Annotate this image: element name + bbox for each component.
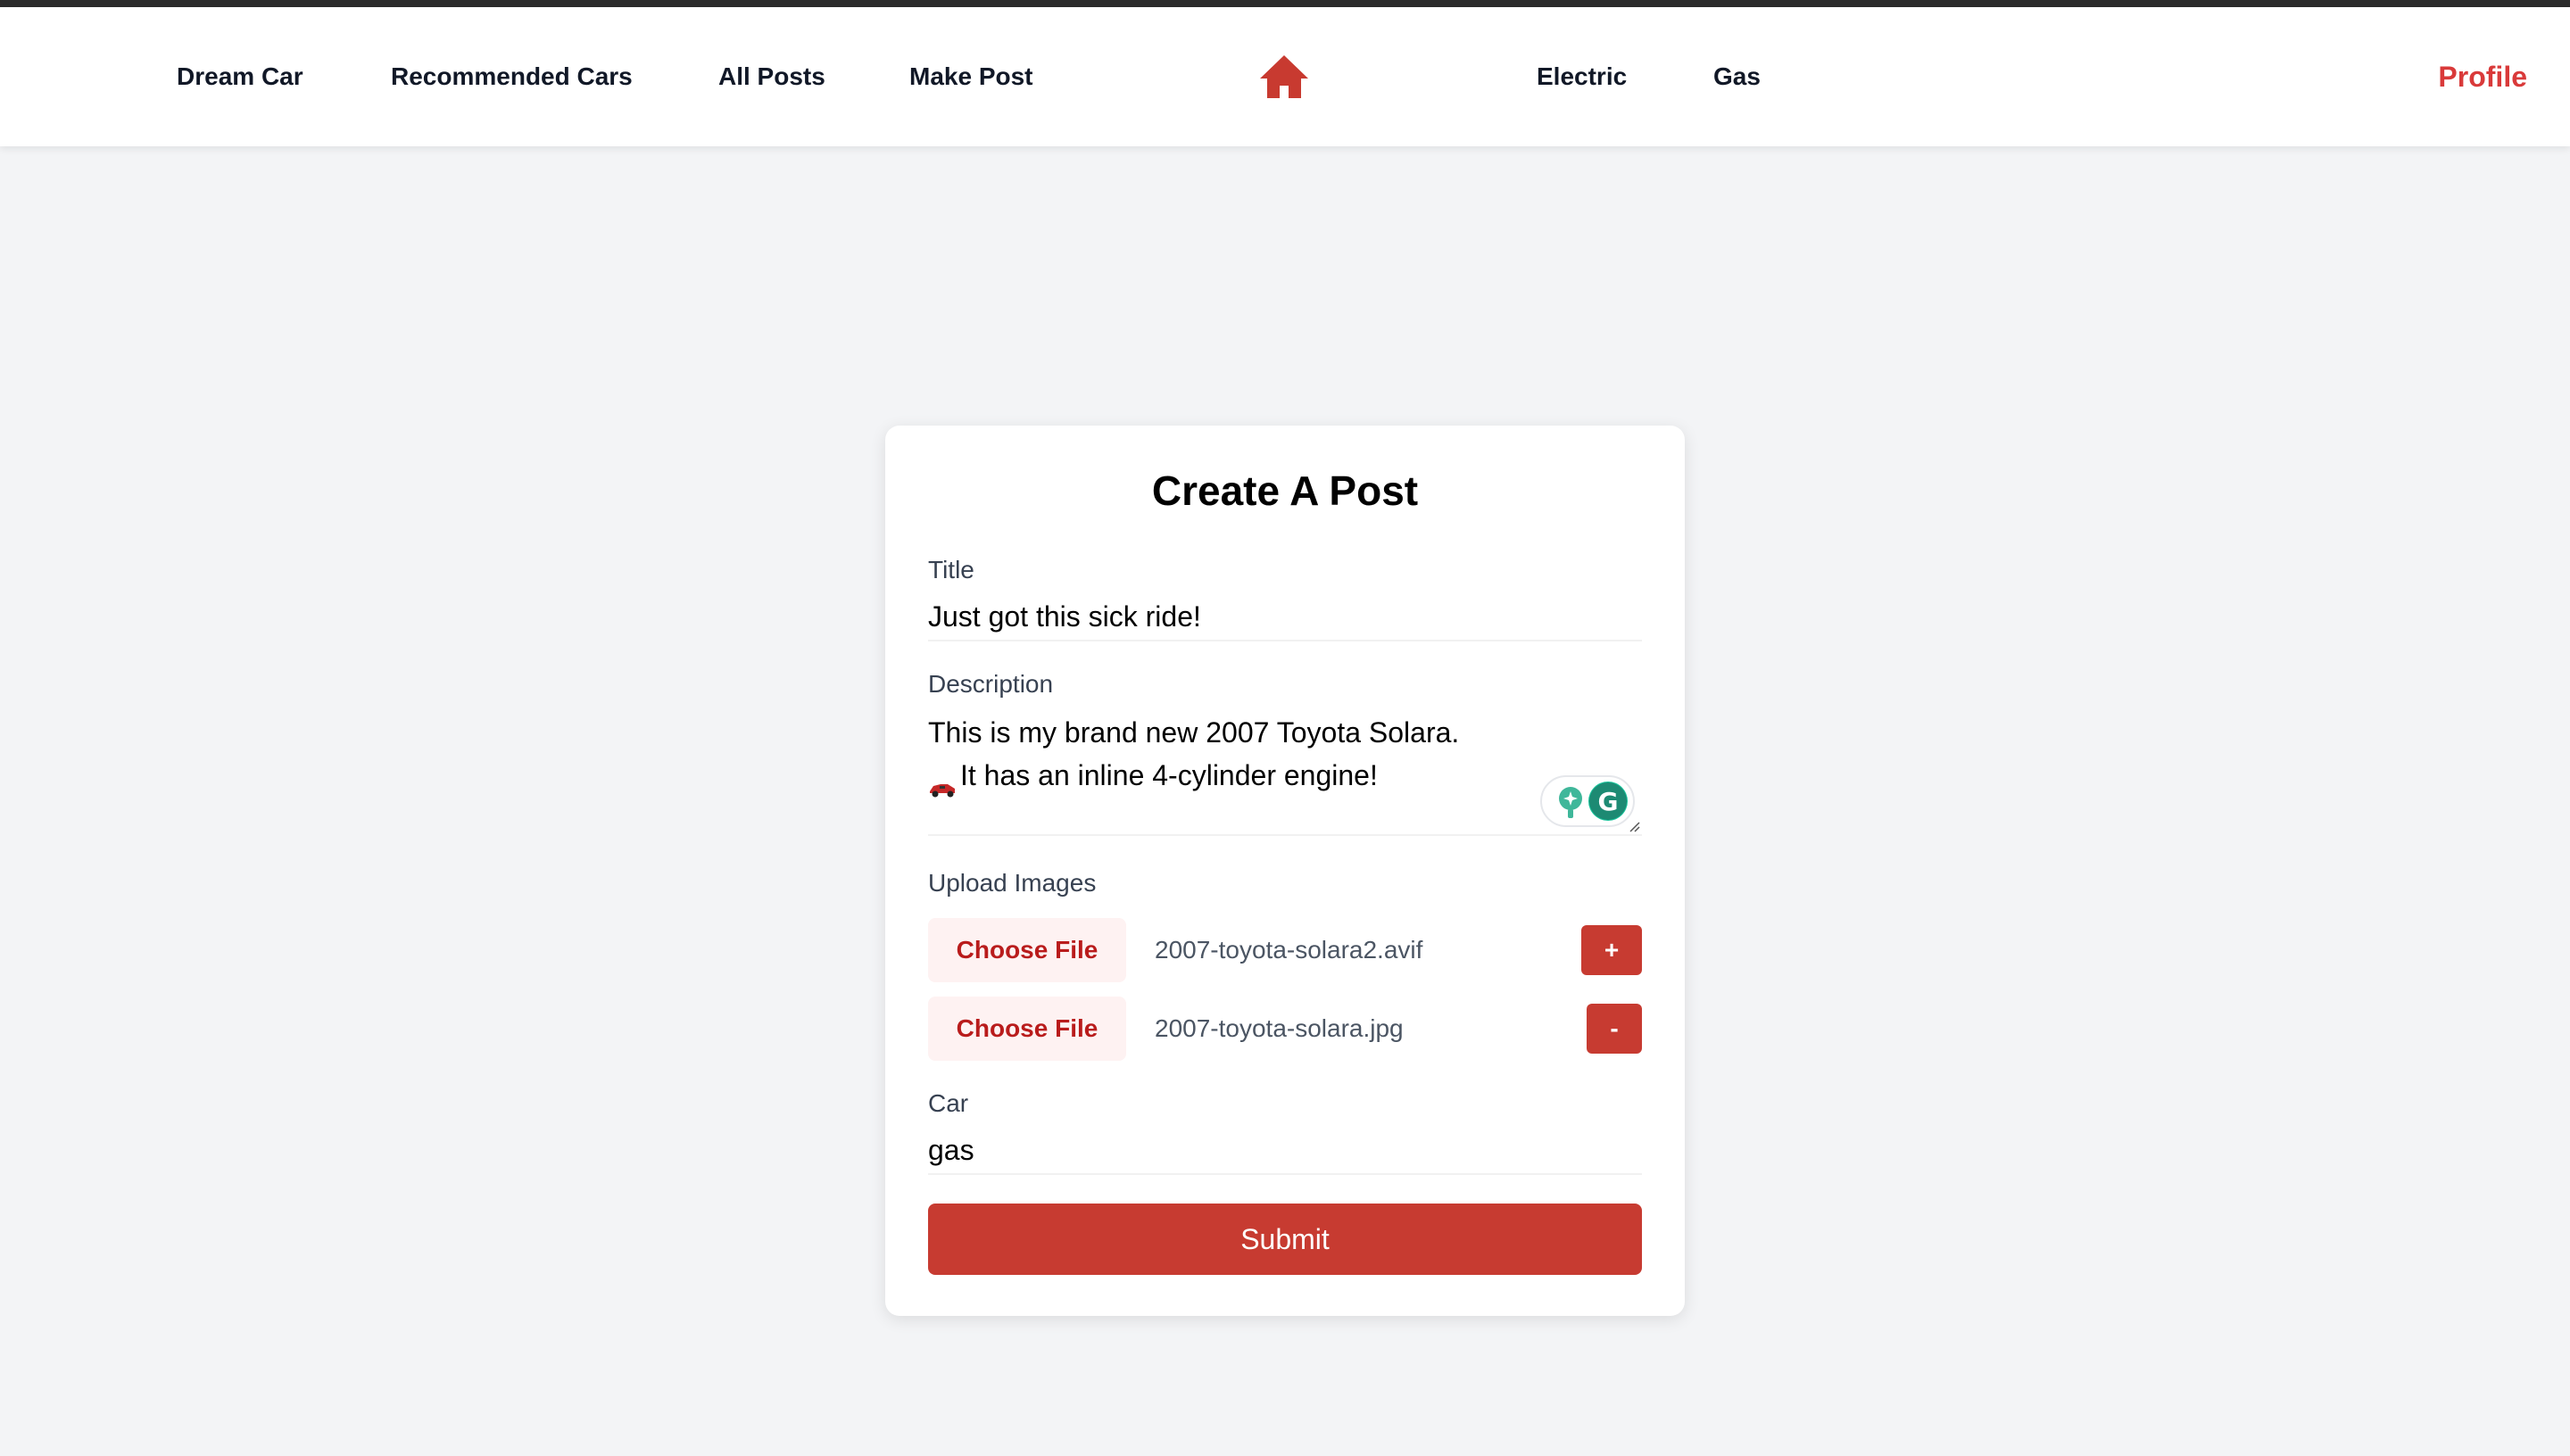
add-image-button[interactable]: + <box>1581 925 1642 975</box>
file-upload-row: Choose File 2007-toyota-solara2.avif + <box>928 918 1642 982</box>
grammarly-widget[interactable]: G <box>1540 775 1635 827</box>
grammarly-icon: G <box>1559 782 1628 821</box>
car-label: Car <box>928 1089 969 1117</box>
nav-dream-car[interactable]: Dream Car <box>177 7 303 146</box>
selected-file-name: 2007-toyota-solara.jpg <box>1155 1014 1404 1042</box>
nav-profile[interactable]: Profile <box>2438 7 2527 146</box>
race-car-emoji-icon <box>928 767 957 798</box>
form-title: Create A Post <box>1151 467 1419 514</box>
window-top-strip <box>0 0 2570 7</box>
choose-file-button[interactable]: Choose File <box>928 918 1126 982</box>
description-textarea[interactable]: This is my brand new 2007 Toyota Solara.… <box>928 711 1642 836</box>
description-line-2-wrap: It has an inline 4-cylinder engine! <box>928 754 1642 798</box>
description-label: Description <box>928 670 1054 698</box>
file-upload-row: Choose File 2007-toyota-solara.jpg - <box>928 997 1642 1061</box>
home-icon[interactable] <box>1258 54 1310 100</box>
description-line-1: This is my brand new 2007 Toyota Solara. <box>928 716 1460 749</box>
upload-images-label: Upload Images <box>928 869 1097 897</box>
title-label: Title <box>928 556 974 583</box>
nav-all-posts[interactable]: All Posts <box>718 7 825 146</box>
nav-gas[interactable]: Gas <box>1713 7 1761 146</box>
submit-button[interactable]: Submit <box>928 1204 1642 1275</box>
car-input[interactable]: gas <box>928 1132 1642 1175</box>
svg-text:G: G <box>1598 787 1619 816</box>
home-icon-graphic <box>1260 55 1308 98</box>
selected-file-name: 2007-toyota-solara2.avif <box>1155 936 1423 964</box>
choose-file-button[interactable]: Choose File <box>928 997 1126 1061</box>
remove-image-button[interactable]: - <box>1587 1004 1642 1054</box>
title-input[interactable]: Just got this sick ride! <box>928 599 1642 641</box>
nav-recommended-cars[interactable]: Recommended Cars <box>391 7 633 146</box>
nav-electric[interactable]: Electric <box>1537 7 1627 146</box>
navbar: Dream Car Recommended Cars All Posts Mak… <box>0 7 2570 146</box>
nav-make-post[interactable]: Make Post <box>909 7 1033 146</box>
resize-grip-icon[interactable] <box>1629 822 1640 832</box>
create-post-card: Create A Post Title Just got this sick r… <box>885 426 1685 1316</box>
description-line-2: It has an inline 4-cylinder engine! <box>960 759 1378 791</box>
